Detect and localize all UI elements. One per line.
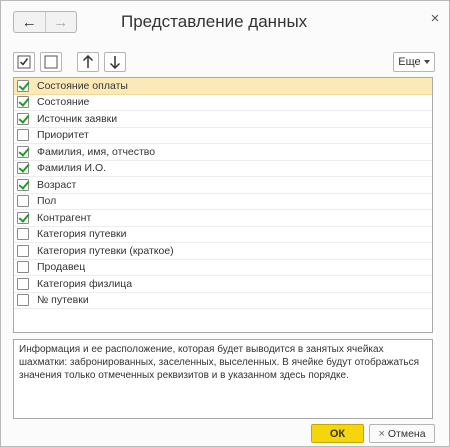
list-item[interactable]: Приоритет	[14, 128, 432, 144]
back-arrow-icon[interactable]: ←	[14, 12, 45, 32]
more-button[interactable]: Еще	[393, 52, 435, 72]
field-list: Состояние оплаты Состояние Источник заявки…	[13, 77, 433, 333]
item-label: Категория путевки	[37, 228, 127, 241]
move-up-button[interactable]	[77, 52, 99, 72]
list-item[interactable]: Состояние оплаты	[14, 78, 432, 95]
item-label: Фамилия, имя, отчество	[37, 145, 156, 158]
arrow-down-icon	[109, 56, 121, 69]
list-item[interactable]: Продавец	[14, 260, 432, 276]
navigation-buttons: ← →	[13, 11, 77, 33]
item-checkbox[interactable]	[17, 294, 29, 307]
forward-arrow-icon[interactable]: →	[44, 12, 77, 32]
ok-button[interactable]: ОК	[311, 424, 364, 443]
list-item[interactable]: Категория физлица	[14, 276, 432, 293]
item-label: Категория физлица	[37, 277, 133, 290]
info-text: Информация и ее расположение, которая бу…	[13, 339, 433, 419]
move-down-button[interactable]	[104, 52, 126, 72]
cancel-button-label: Отмена	[387, 427, 426, 440]
item-label: Возраст	[37, 178, 77, 191]
cancel-button[interactable]: × Отмена	[369, 424, 435, 443]
item-label: Состояние оплаты	[37, 79, 128, 92]
uncheck-all-button[interactable]	[40, 52, 62, 72]
item-label: Категория путевки (краткое)	[37, 244, 174, 257]
close-icon: ×	[378, 427, 385, 440]
list-item[interactable]: Категория путевки (краткое)	[14, 243, 432, 260]
list-item[interactable]: Фамилия И.О.	[14, 161, 432, 177]
list-item[interactable]: Контрагент	[14, 210, 432, 227]
dialog-window: ← → Представление данных × Еще Состояние…	[0, 0, 450, 447]
item-checkbox[interactable]	[17, 145, 29, 158]
item-label: Пол	[37, 195, 57, 208]
item-checkbox[interactable]	[17, 261, 29, 274]
close-icon[interactable]: ×	[428, 11, 442, 27]
check-all-button[interactable]	[13, 52, 35, 72]
item-label: Фамилия И.О.	[37, 162, 107, 175]
item-checkbox[interactable]	[17, 244, 29, 257]
item-checkbox[interactable]	[17, 195, 29, 208]
item-checkbox[interactable]	[17, 162, 29, 175]
list-item[interactable]: Состояние	[14, 95, 432, 111]
item-label: Продавец	[37, 261, 86, 274]
item-checkbox[interactable]	[17, 129, 29, 142]
item-label: Приоритет	[37, 129, 89, 142]
list-item[interactable]: Возраст	[14, 177, 432, 194]
list-item[interactable]: Пол	[14, 194, 432, 210]
arrow-up-icon	[82, 55, 94, 68]
item-checkbox[interactable]	[17, 211, 29, 224]
list-item[interactable]: № путевки	[14, 293, 432, 309]
item-checkbox[interactable]	[17, 79, 29, 92]
more-button-label: Еще	[398, 56, 421, 68]
chevron-down-icon	[423, 60, 430, 64]
checked-box-icon	[17, 55, 31, 69]
list-item[interactable]: Источник заявки	[14, 111, 432, 128]
item-checkbox[interactable]	[17, 178, 29, 191]
item-checkbox[interactable]	[17, 277, 29, 290]
item-label: № путевки	[37, 294, 89, 307]
item-label: Состояние	[37, 96, 90, 109]
item-checkbox[interactable]	[17, 228, 29, 241]
item-checkbox[interactable]	[17, 96, 29, 109]
list-item[interactable]: Категория путевки	[14, 227, 432, 243]
list-item[interactable]: Фамилия, имя, отчество	[14, 144, 432, 161]
dialog-title: Представление данных	[121, 12, 308, 31]
item-label: Источник заявки	[37, 112, 118, 125]
item-label: Контрагент	[37, 211, 92, 224]
empty-box-icon	[44, 55, 58, 69]
item-checkbox[interactable]	[17, 112, 29, 125]
